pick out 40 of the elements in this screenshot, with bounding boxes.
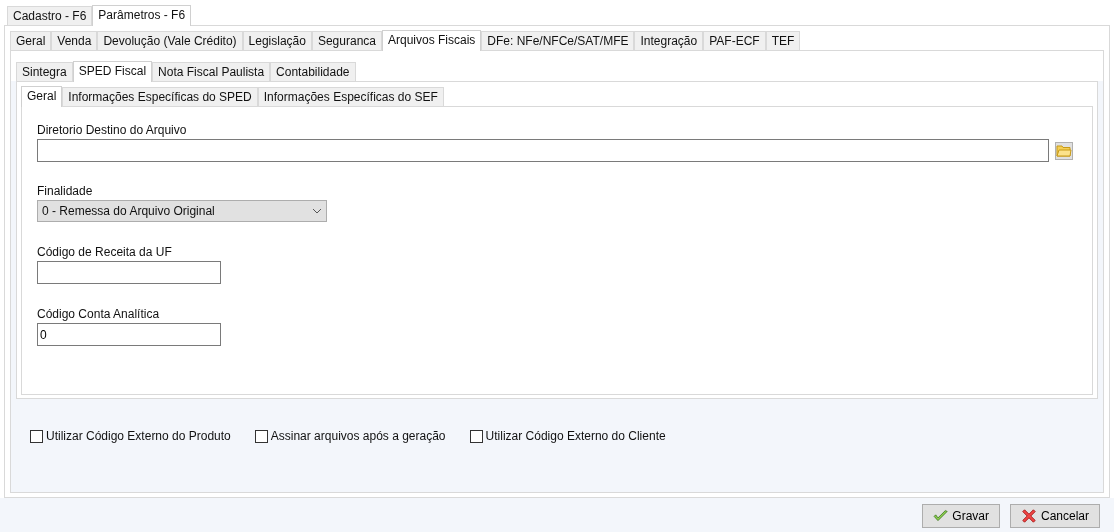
field-label: Finalidade <box>37 184 93 199</box>
input-field[interactable]: 0 <box>37 323 221 346</box>
field-label: Código Conta Analítica <box>37 307 160 322</box>
tab[interactable]: Seguranca <box>311 31 382 50</box>
tab[interactable]: Parâmetros - F6 <box>92 5 192 26</box>
checkbox-option[interactable]: Utilizar Código Externo do Cliente <box>469 429 666 443</box>
tab[interactable]: TEF <box>765 31 801 50</box>
tab[interactable]: PAF-ECF <box>703 31 766 50</box>
field-label: Código de Receita da UF <box>37 245 172 260</box>
checkbox-option[interactable]: Utilizar Código Externo do Produto <box>30 429 231 443</box>
tab[interactable]: Devolução (Vale Crédito) <box>97 31 243 50</box>
tab[interactable]: Geral <box>21 86 63 107</box>
cancel-button[interactable]: Cancelar <box>1010 504 1100 528</box>
field-label: Diretorio Destino do Arquivo <box>37 123 187 138</box>
checkbox[interactable] <box>254 429 268 443</box>
tab[interactable]: SPED Fiscal <box>72 61 153 82</box>
save-button[interactable]: Gravar <box>922 504 1000 528</box>
folder-button[interactable] <box>1055 141 1073 160</box>
tab[interactable]: Integração <box>634 31 704 50</box>
checkbox[interactable] <box>30 429 43 443</box>
folder-icon <box>1056 144 1072 157</box>
tab[interactable]: Venda <box>51 31 98 50</box>
tab[interactable]: Legislação <box>242 31 312 50</box>
dropdown-field[interactable]: 0 - Remessa do Arquivo Original <box>37 200 327 222</box>
tab[interactable]: Nota Fiscal Paulista <box>152 62 271 81</box>
input-field[interactable] <box>37 139 1049 162</box>
close-icon <box>1021 507 1037 525</box>
checkbox-option[interactable]: Assinar arquivos após a geração <box>254 429 446 443</box>
tab[interactable]: Arquivos Fiscais <box>382 30 482 51</box>
checkmark-icon <box>933 508 949 524</box>
checkbox[interactable] <box>469 429 483 443</box>
chevron-down-icon <box>312 208 322 214</box>
tab[interactable]: Contabilidade <box>270 62 356 81</box>
tab[interactable]: Informações Específicas do SEF <box>257 87 444 106</box>
tab[interactable]: Geral <box>10 31 52 50</box>
tab[interactable]: Informações Específicas do SPED <box>62 87 258 106</box>
input-field[interactable] <box>37 261 221 284</box>
tab[interactable]: DFe: NFe/NFCe/SAT/MFE <box>481 31 635 50</box>
tab[interactable]: Cadastro - F6 <box>7 6 93 25</box>
tab[interactable]: Sintegra <box>16 62 73 81</box>
